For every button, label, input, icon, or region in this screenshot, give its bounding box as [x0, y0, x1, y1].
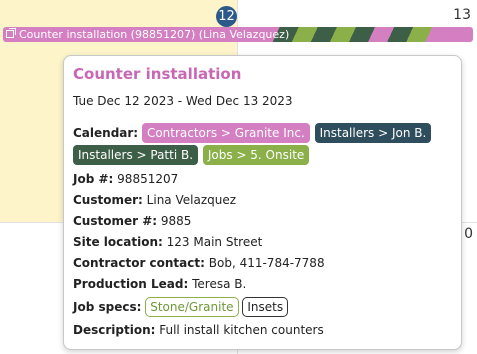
event-details-popover: Counter installation Tue Dec 12 2023 - W…: [63, 55, 462, 350]
customer-number-label: Customer #:: [73, 214, 158, 228]
production-lead-value: Teresa B.: [192, 277, 247, 291]
job-number-value: 98851207: [117, 172, 179, 186]
job-specs-row: Job specs: Stone/Granite Insets: [73, 297, 452, 317]
calendar-badge[interactable]: Installers > Patti B.: [73, 145, 199, 165]
calendar-row: Calendar: Contractors > Granite Inc. Ins…: [73, 122, 452, 166]
job-spec-tag[interactable]: Stone/Granite: [145, 297, 239, 317]
day-number[interactable]: 13: [453, 7, 471, 23]
job-spec-tag[interactable]: Insets: [242, 297, 289, 317]
customer-number-row: Customer #: 9885: [73, 213, 452, 229]
calendar-badge[interactable]: Jobs > 5. Onsite: [202, 145, 310, 165]
event-title: Counter installation: [73, 65, 242, 83]
customer-row: Customer: Lina Velazquez: [73, 192, 452, 208]
customer-value: Lina Velazquez: [146, 193, 237, 207]
event-bar-label: Counter installation (98851207) (Lina Ve…: [19, 28, 290, 41]
event-date-range: Tue Dec 12 2023 - Wed Dec 13 2023: [73, 94, 293, 108]
contractor-contact-value: Bob, 411-784-7788: [208, 256, 325, 270]
site-location-label: Site location:: [73, 235, 163, 249]
multi-day-event-icon: [6, 28, 16, 38]
calendar-badge[interactable]: Contractors > Granite Inc.: [141, 123, 310, 143]
job-number-row: Job #: 98851207: [73, 171, 452, 187]
production-lead-row: Production Lead: Teresa B.: [73, 276, 452, 292]
customer-label: Customer:: [73, 193, 143, 207]
contractor-contact-label: Contractor contact:: [73, 256, 205, 270]
description-row: Description: Full install kitchen counte…: [73, 322, 452, 338]
site-location-row: Site location: 123 Main Street: [73, 234, 452, 250]
customer-number-value: 9885: [160, 214, 192, 228]
day-number-today[interactable]: 12: [216, 6, 237, 27]
production-lead-label: Production Lead:: [73, 277, 189, 291]
calendar-label: Calendar:: [73, 126, 139, 140]
contractor-contact-row: Contractor contact: Bob, 411-784-7788: [73, 255, 452, 271]
event-bar[interactable]: Counter installation (98851207) (Lina Ve…: [3, 27, 473, 42]
site-location-value: 123 Main Street: [166, 235, 263, 249]
calendar-badge[interactable]: Installers > Jon B.: [314, 123, 432, 143]
job-number-label: Job #:: [73, 172, 114, 186]
day-number[interactable]: 0: [464, 226, 473, 242]
job-specs-label: Job specs:: [73, 300, 142, 314]
description-label: Description:: [73, 323, 156, 337]
description-value: Full install kitchen counters: [159, 323, 324, 337]
